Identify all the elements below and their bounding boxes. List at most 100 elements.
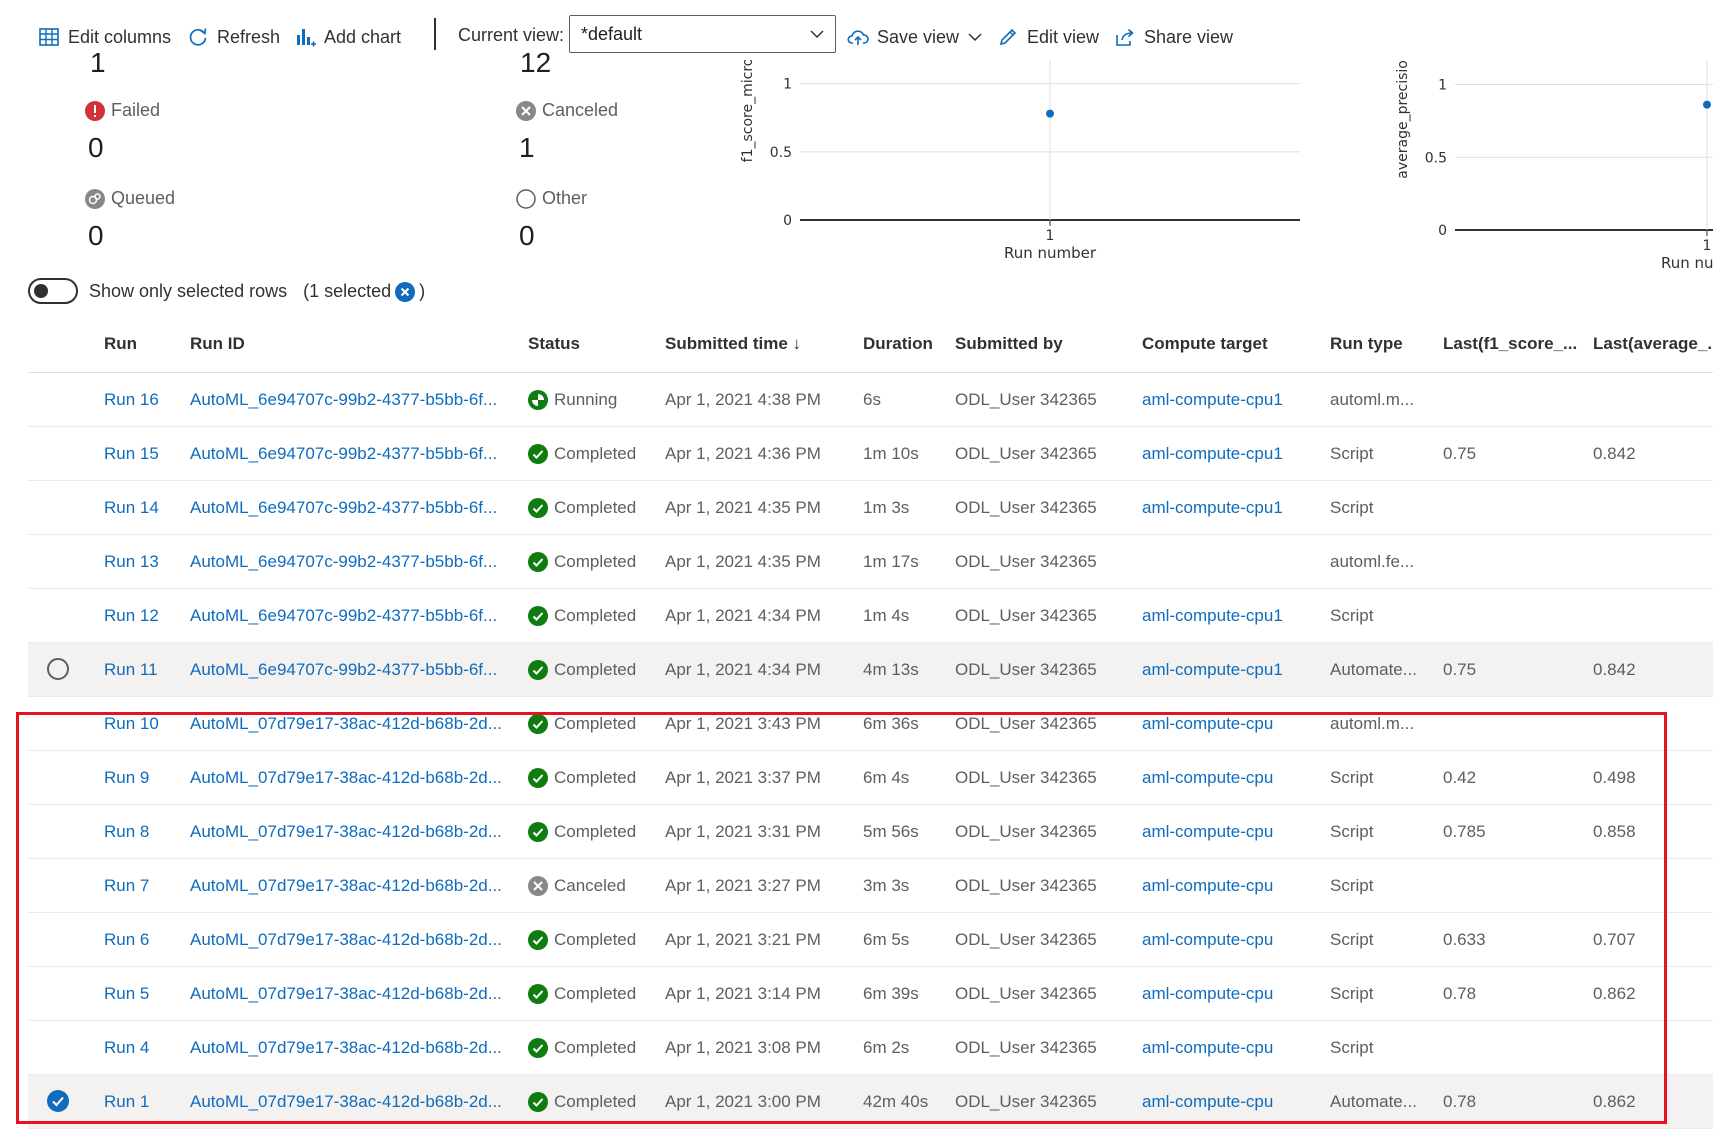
table-row[interactable]: Run 5 AutoML_07d79e17-38ac-412d-b68b-2d..… [28,967,1713,1021]
col-header-compute-target[interactable]: Compute target [1142,334,1268,354]
run-id-link[interactable]: AutoML_6e94707c-99b2-4377-b5bb-6f... [190,589,497,642]
submitted-by-cell: ODL_User 342365 [955,876,1097,895]
status-label: Completed [554,714,637,733]
table-row[interactable]: Run 15 AutoML_6e94707c-99b2-4377-b5bb-6f.… [28,427,1713,481]
check-circle-icon [528,1091,548,1112]
table-row[interactable]: Run 8 AutoML_07d79e17-38ac-412d-b68b-2d..… [28,805,1713,859]
duration-cell: 4m 13s [863,660,919,679]
run-id-link[interactable]: AutoML_07d79e17-38ac-412d-b68b-2d... [190,1021,502,1074]
status-cell: Completed [528,697,636,750]
run-link[interactable]: Run 8 [104,805,149,858]
run-id-link[interactable]: AutoML_07d79e17-38ac-412d-b68b-2d... [190,1075,502,1128]
status-cell: Completed [528,481,636,534]
col-header-status[interactable]: Status [528,334,580,354]
last-f1-cell: 0.633 [1443,930,1486,949]
col-header-run-id[interactable]: Run ID [190,334,245,354]
run-id-link[interactable]: AutoML_6e94707c-99b2-4377-b5bb-6f... [190,535,497,588]
compute-target-link[interactable]: aml-compute-cpu [1142,1075,1273,1128]
run-link[interactable]: Run 13 [104,535,159,588]
table-row[interactable]: Run 7 AutoML_07d79e17-38ac-412d-b68b-2d..… [28,859,1713,913]
run-id-link[interactable]: AutoML_07d79e17-38ac-412d-b68b-2d... [190,805,502,858]
share-view-button[interactable]: Share view [1114,20,1233,54]
refresh-button[interactable]: Refresh [187,20,280,54]
table-row[interactable]: Run 10 AutoML_07d79e17-38ac-412d-b68b-2d.… [28,697,1713,751]
row-select-radio[interactable] [47,658,69,680]
table-row[interactable]: Run 4 AutoML_07d79e17-38ac-412d-b68b-2d..… [28,1021,1713,1075]
run-link[interactable]: Run 14 [104,481,159,534]
run-link[interactable]: Run 4 [104,1021,149,1074]
duration-cell: 1m 10s [863,444,919,463]
clear-selection-icon[interactable] [395,281,416,302]
compute-target-link[interactable]: aml-compute-cpu [1142,967,1273,1020]
table-row[interactable]: Run 14 AutoML_6e94707c-99b2-4377-b5bb-6f.… [28,481,1713,535]
run-id-link[interactable]: AutoML_07d79e17-38ac-412d-b68b-2d... [190,913,502,966]
compute-target-link[interactable]: aml-compute-cpu [1142,1021,1273,1074]
compute-target-link[interactable]: aml-compute-cpu [1142,859,1273,912]
run-link[interactable]: Run 15 [104,427,159,480]
compute-target-link[interactable]: aml-compute-cpu1 [1142,643,1283,696]
submitted-by-cell: ODL_User 342365 [955,984,1097,1003]
compute-target-link[interactable]: aml-compute-cpu1 [1142,373,1283,426]
col-header-run-type[interactable]: Run type [1330,334,1403,354]
status-label: Completed [554,822,637,841]
run-id-link[interactable]: AutoML_6e94707c-99b2-4377-b5bb-6f... [190,643,497,696]
table-row[interactable]: Run 11 AutoML_6e94707c-99b2-4377-b5bb-6f.… [28,643,1713,697]
col-header-submitted-time[interactable]: Submitted time ↓ [665,334,801,354]
run-id-link[interactable]: AutoML_07d79e17-38ac-412d-b68b-2d... [190,697,502,750]
save-view-button[interactable]: Save view [847,20,983,54]
submitted-by-cell: ODL_User 342365 [955,714,1097,733]
col-header-submitted-by[interactable]: Submitted by [955,334,1063,354]
run-id-link[interactable]: AutoML_6e94707c-99b2-4377-b5bb-6f... [190,427,497,480]
col-header-last-f1[interactable]: Last(f1_score_... [1443,334,1577,354]
run-type-cell: Script [1330,930,1374,949]
run-link[interactable]: Run 12 [104,589,159,642]
check-circle-icon [528,821,548,842]
edit-view-button[interactable]: Edit view [997,20,1099,54]
queued-value: 0 [88,220,104,251]
col-header-duration[interactable]: Duration [863,334,933,354]
edit-columns-button[interactable]: Edit columns [38,20,171,54]
run-link[interactable]: Run 10 [104,697,159,750]
run-link[interactable]: Run 1 [104,1075,149,1128]
submitted-time-cell: Apr 1, 2021 3:00 PM [665,1092,821,1111]
compute-target-link[interactable]: aml-compute-cpu1 [1142,589,1283,642]
run-link[interactable]: Run 9 [104,751,149,804]
submitted-time-cell: Apr 1, 2021 3:14 PM [665,984,821,1003]
y-tick-label: 0.5 [1425,150,1447,166]
compute-target-link[interactable]: aml-compute-cpu1 [1142,427,1283,480]
table-row[interactable]: Run 12 AutoML_6e94707c-99b2-4377-b5bb-6f.… [28,589,1713,643]
toggle-knob [34,284,48,298]
run-link[interactable]: Run 16 [104,373,159,426]
run-id-link[interactable]: AutoML_07d79e17-38ac-412d-b68b-2d... [190,751,502,804]
submitted-by-cell: ODL_User 342365 [955,930,1097,949]
run-link[interactable]: Run 5 [104,967,149,1020]
table-row[interactable]: Run 16 AutoML_6e94707c-99b2-4377-b5bb-6f.… [28,373,1713,427]
summary-running-value: 12 [520,52,552,74]
current-view-dropdown[interactable]: *default [569,15,836,53]
compute-target-link[interactable]: aml-compute-cpu [1142,805,1273,858]
table-row[interactable]: Run 1 AutoML_07d79e17-38ac-412d-b68b-2d..… [28,1075,1713,1129]
col-header-last-average[interactable]: Last(average_... [1593,334,1713,354]
compute-target-link[interactable]: aml-compute-cpu [1142,913,1273,966]
duration-cell: 6s [863,390,881,409]
table-row[interactable]: Run 13 AutoML_6e94707c-99b2-4377-b5bb-6f.… [28,535,1713,589]
compute-target-link[interactable]: aml-compute-cpu [1142,751,1273,804]
status-label: Completed [554,930,637,949]
add-chart-button[interactable]: Add chart [294,20,401,54]
col-header-run[interactable]: Run [104,334,137,354]
run-id-link[interactable]: AutoML_07d79e17-38ac-412d-b68b-2d... [190,967,502,1020]
run-link[interactable]: Run 6 [104,913,149,966]
failed-stat-label: Failed [85,100,160,121]
show-selected-toggle[interactable] [28,278,78,304]
table-row[interactable]: Run 9 AutoML_07d79e17-38ac-412d-b68b-2d..… [28,751,1713,805]
run-id-link[interactable]: AutoML_6e94707c-99b2-4377-b5bb-6f... [190,481,497,534]
row-selected-checkmark-icon[interactable] [47,1090,69,1112]
run-id-link[interactable]: AutoML_6e94707c-99b2-4377-b5bb-6f... [190,373,497,426]
run-link[interactable]: Run 7 [104,859,149,912]
run-type-cell: Script [1330,984,1374,1003]
run-link[interactable]: Run 11 [104,643,158,696]
compute-target-link[interactable]: aml-compute-cpu [1142,697,1273,750]
table-row[interactable]: Run 6 AutoML_07d79e17-38ac-412d-b68b-2d..… [28,913,1713,967]
run-id-link[interactable]: AutoML_07d79e17-38ac-412d-b68b-2d... [190,859,502,912]
compute-target-link[interactable]: aml-compute-cpu1 [1142,481,1283,534]
